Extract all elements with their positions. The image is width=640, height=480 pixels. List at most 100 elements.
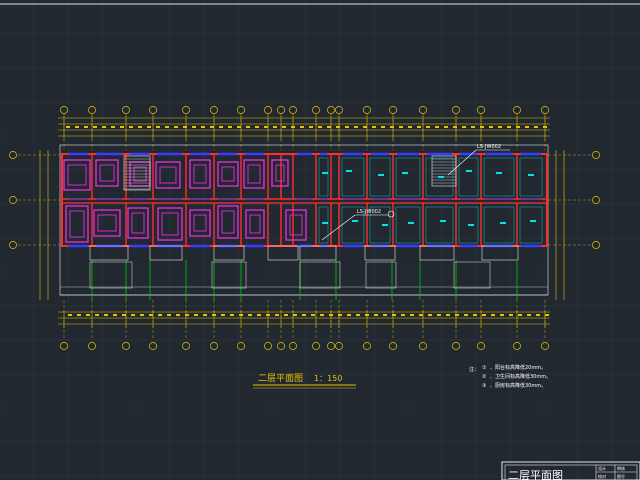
dimension-text-mark (122, 314, 126, 316)
dimension-text-mark (381, 126, 385, 128)
axis-bubble-icon (60, 106, 68, 114)
furniture (159, 166, 177, 184)
note-text-3: 、厨房标高降低30mm。 (490, 382, 546, 389)
dimension-text-mark (408, 126, 412, 128)
axis-bubble-icon (277, 342, 285, 350)
dimension-text-mark (219, 126, 223, 128)
title-block[interactable]: 二层平面图 设计 校对 审核 图号 (501, 461, 640, 480)
axis-bubble-icon (452, 342, 460, 350)
axis-bubble-icon (149, 342, 157, 350)
dimension-text-mark (167, 314, 171, 316)
cad-viewport[interactable]: LS-JW002 LS-JW002 二层平面图 1：150 注： ① 、阳台标高… (0, 0, 640, 480)
dimension-text-mark (363, 126, 367, 128)
dimension-text-mark (102, 126, 106, 128)
title-block-cell-4: 图号 (617, 473, 625, 479)
floor-plan-drawing[interactable]: LS-JW002 LS-JW002 二层平面图 1：150 注： ① 、阳台标高… (0, 0, 640, 480)
dimension-text-mark (383, 314, 387, 316)
dimension-text-mark (86, 314, 90, 316)
dimension-text-mark (435, 126, 439, 128)
building-plan[interactable] (59, 144, 549, 300)
dimension-text-mark (318, 126, 322, 128)
dimension-text-mark (147, 126, 151, 128)
dimension-text-mark (500, 314, 504, 316)
dimension-text-mark (428, 314, 432, 316)
dimension-text-mark (221, 314, 225, 316)
room-inner-outline (483, 157, 515, 197)
furniture (131, 212, 145, 234)
dimension-text-mark (201, 126, 205, 128)
furniture (289, 214, 303, 236)
dimension-text-mark (165, 126, 169, 128)
dimension-text-mark (237, 126, 241, 128)
axis-bubble-icon (9, 196, 17, 204)
dimension-text-mark (185, 314, 189, 316)
dimension-text-mark (455, 314, 459, 316)
dimension-text-mark (203, 314, 207, 316)
axis-bubble-icon (210, 106, 218, 114)
balcony (89, 245, 129, 261)
furniture (221, 210, 235, 234)
dimension-text-mark (498, 126, 502, 128)
dimension-text-mark (491, 314, 495, 316)
dimension-text-mark (273, 126, 277, 128)
dimension-text-mark (149, 314, 153, 316)
dimension-text-mark (257, 314, 261, 316)
furniture (67, 164, 87, 186)
axis-bubble-icon (210, 342, 218, 350)
dimension-text-mark (482, 314, 486, 316)
dimension-text-mark (302, 314, 306, 316)
room-inner-outline (519, 157, 543, 197)
dimension-text-mark (347, 314, 351, 316)
annotation-callout-upper[interactable]: LS-JW002 (447, 144, 510, 176)
dimension-text-mark (374, 314, 378, 316)
balcony (149, 245, 183, 261)
dimension-text-mark (255, 126, 259, 128)
room-fixture (530, 220, 536, 222)
room-inner-outline (318, 157, 329, 197)
dimension-text-mark (356, 314, 360, 316)
drawing-caption-scale: 1：150 (314, 374, 342, 383)
room-fixture (500, 222, 506, 224)
axis-bubble-icon (9, 241, 17, 249)
dimension-text-mark (464, 314, 468, 316)
dimension-text-mark (536, 314, 540, 316)
axis-bubble-icon (327, 106, 335, 114)
balcony (213, 245, 245, 261)
axis-bubble-icon (335, 342, 343, 350)
room-inner-outline (318, 206, 329, 244)
balcony (419, 245, 455, 261)
title-block-cell-2: 校对 (598, 473, 606, 479)
dimension-text-mark (354, 126, 358, 128)
axis-bubble-icon (237, 106, 245, 114)
room-inner-outline (458, 157, 479, 197)
axis-bubble-icon (264, 342, 272, 350)
axis-bubble-icon (513, 106, 521, 114)
axis-bubble-icon (237, 342, 245, 350)
furniture (245, 209, 265, 239)
axis-bubble-icon (541, 342, 549, 350)
room-fixture (496, 172, 502, 174)
dimension-text-mark (275, 314, 279, 316)
axis-bubble-icon (389, 342, 397, 350)
axis-bubble-icon (452, 106, 460, 114)
axis-bubble-icon (363, 106, 371, 114)
dimension-text-mark (372, 126, 376, 128)
axis-bubble-icon (477, 342, 485, 350)
dimension-text-mark (417, 126, 421, 128)
dimension-text-mark (176, 314, 180, 316)
dimension-text-mark (293, 314, 297, 316)
dimension-text-mark (66, 126, 70, 128)
notes-heading: 注： (469, 366, 479, 373)
dimension-text-mark (525, 126, 529, 128)
axis-bubble-icon (419, 342, 427, 350)
axis-bubble-icon (541, 106, 549, 114)
axis-bubble-icon (289, 106, 297, 114)
axis-bubble-icon (312, 342, 320, 350)
axis-bubble-icon (592, 196, 600, 204)
dimension-text-mark (300, 126, 304, 128)
dimension-text-mark (399, 126, 403, 128)
furniture (95, 159, 119, 187)
furniture (221, 166, 235, 182)
room-fixture (346, 170, 352, 172)
dimension-text-mark (473, 314, 477, 316)
